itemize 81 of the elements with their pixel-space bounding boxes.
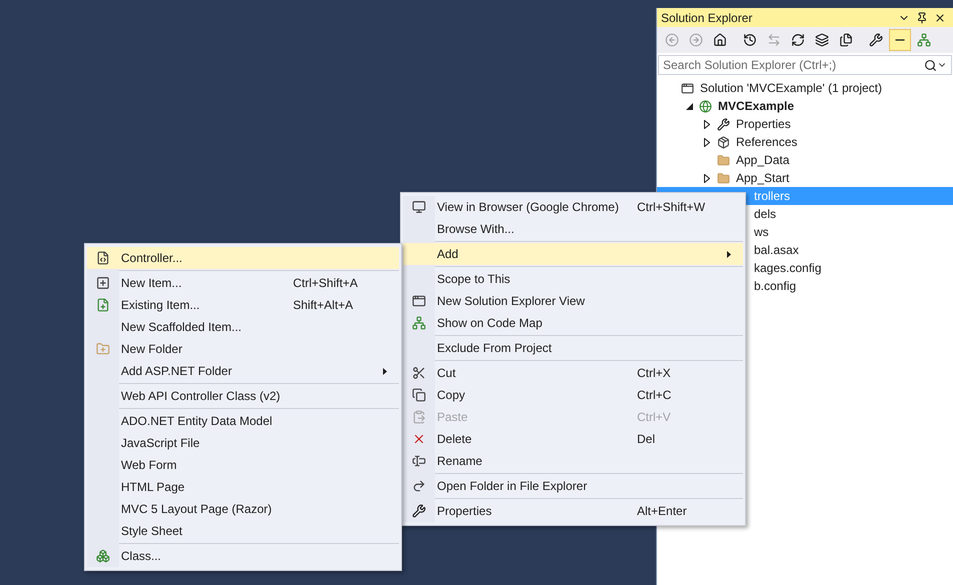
- documents-icon: [839, 33, 853, 47]
- solution-icon: [680, 82, 694, 94]
- wrench-icon: [716, 118, 730, 130]
- add-file-icon: [96, 298, 110, 312]
- new-folder-icon: [96, 342, 110, 356]
- menu-item[interactable]: New Scaffolded Item...: [87, 316, 399, 338]
- diagram-icon: [412, 316, 426, 330]
- menu-item[interactable]: Rename: [403, 450, 743, 472]
- shortcut-text: Ctrl+C: [637, 387, 672, 404]
- menu-item[interactable]: Cut Ctrl+X: [403, 362, 743, 384]
- menu-item[interactable]: New Item... Ctrl+Shift+A: [87, 272, 399, 294]
- menu-item[interactable]: Browse With...: [403, 218, 743, 240]
- shortcut-text: Ctrl+Shift+A: [293, 275, 359, 292]
- shortcut-text: Ctrl+V: [637, 409, 672, 426]
- close-icon[interactable]: [934, 12, 946, 24]
- menu-item[interactable]: ADO.NET Entity Data Model: [87, 410, 399, 432]
- menu-item[interactable]: Add ASP.NET Folder: [87, 360, 399, 382]
- submenu-arrow-icon: [383, 368, 387, 374]
- menu-item[interactable]: HTML Page: [87, 476, 399, 498]
- tree-item[interactable]: MVCExample: [657, 97, 953, 115]
- menu-item[interactable]: Style Sheet: [87, 520, 399, 542]
- search-icon[interactable]: [924, 58, 937, 72]
- shortcut-text: Ctrl+X: [637, 365, 672, 382]
- submenu-arrow-icon: [727, 250, 731, 258]
- forward-icon: [689, 33, 703, 47]
- paste-icon: [412, 410, 426, 424]
- references-icon: [716, 136, 730, 148]
- tree-item[interactable]: Properties: [657, 115, 953, 133]
- menu-item[interactable]: Exclude From Project: [403, 337, 743, 359]
- wrench-icon: [869, 33, 883, 47]
- collapsed-arrow-icon[interactable]: [704, 120, 710, 128]
- menu-item[interactable]: Show on Code Map: [403, 312, 743, 334]
- refresh-icon: [791, 33, 805, 47]
- panel-title: Solution Explorer: [661, 10, 754, 26]
- back-icon: [665, 33, 679, 47]
- shortcut-text: Alt+Enter: [637, 503, 688, 520]
- diagram-icon: [917, 33, 931, 47]
- document-icon: [96, 251, 110, 265]
- menu-item[interactable]: Delete Del: [403, 428, 743, 450]
- clock-icon: [743, 33, 757, 47]
- tree-item[interactable]: App_Data: [657, 151, 953, 169]
- menu-item[interactable]: Scope to This: [403, 268, 743, 290]
- menu-item[interactable]: Add: [403, 243, 743, 265]
- window-icon: [412, 294, 426, 308]
- collapsed-arrow-icon[interactable]: [704, 138, 710, 146]
- tree-item[interactable]: App_Start: [657, 169, 953, 187]
- copy-icon: [412, 388, 426, 402]
- shortcut-text: Shift+Alt+A: [293, 297, 354, 314]
- class-icon: [96, 549, 110, 563]
- globe-icon: [698, 100, 712, 112]
- home-icon: [713, 33, 727, 47]
- folder-icon: [716, 154, 730, 166]
- search-field[interactable]: Search Solution Explorer (Ctrl+;): [658, 55, 952, 75]
- menu-item[interactable]: JavaScript File: [87, 432, 399, 454]
- collapsed-arrow-icon[interactable]: [704, 174, 710, 182]
- curved-arrow-icon: [412, 479, 426, 493]
- tree-item[interactable]: References: [657, 133, 953, 151]
- expanded-arrow-icon[interactable]: [686, 102, 692, 110]
- menu-item[interactable]: Web Form: [87, 454, 399, 476]
- menu-item[interactable]: Class...: [87, 545, 399, 567]
- menu-item[interactable]: Properties Alt+Enter: [403, 500, 743, 522]
- menu-item[interactable]: Controller...: [87, 247, 399, 269]
- wrench-icon: [412, 504, 426, 518]
- shortcut-text: Del: [637, 431, 656, 448]
- delete-icon: [412, 432, 426, 446]
- menu-item[interactable]: New Solution Explorer View: [403, 290, 743, 312]
- pin-icon[interactable]: [916, 12, 928, 24]
- menu-item[interactable]: Web API Controller Class (v2): [87, 385, 399, 407]
- tree-item[interactable]: Solution 'MVCExample' (1 project): [657, 79, 953, 97]
- menu-item[interactable]: Copy Ctrl+C: [403, 384, 743, 406]
- rename-icon: [412, 454, 426, 468]
- menu-item[interactable]: New Folder: [87, 338, 399, 360]
- scissors-icon: [412, 366, 426, 380]
- sync-arrows-icon: [767, 33, 781, 47]
- folder-icon: [716, 172, 730, 184]
- menu-item[interactable]: Open Folder in File Explorer: [403, 475, 743, 497]
- menu-item[interactable]: Existing Item... Shift+Alt+A: [87, 294, 399, 316]
- new-item-icon: [96, 276, 110, 290]
- stacked-windows-icon: [815, 33, 829, 47]
- monitor-icon: [412, 200, 426, 214]
- menu-item[interactable]: MVC 5 Layout Page (Razor): [87, 498, 399, 520]
